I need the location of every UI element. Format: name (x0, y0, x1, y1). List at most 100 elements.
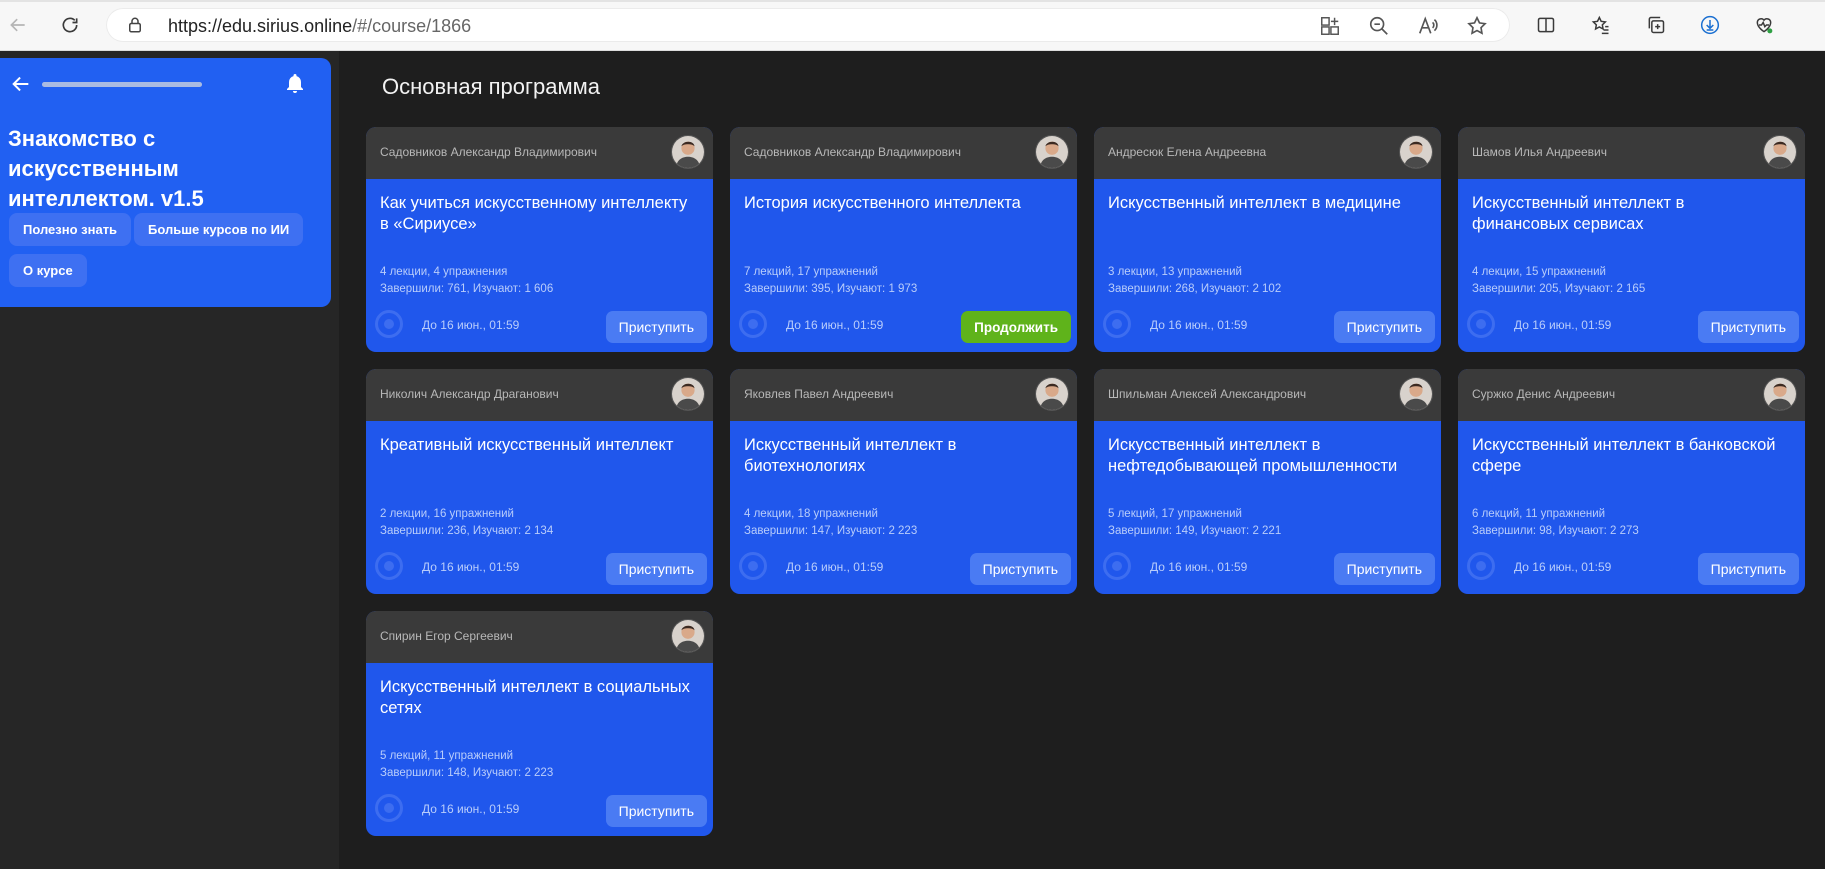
lessons-count: 5 лекций, 11 упражнений (380, 750, 514, 762)
back-icon[interactable] (3, 10, 33, 40)
author-name: Садовников Александр Владимирович (380, 145, 598, 159)
downloads-icon[interactable] (1695, 10, 1725, 40)
course-progress-fill (42, 82, 202, 87)
bell-icon[interactable] (283, 72, 307, 96)
deadline: До 16 июн., 01:59 (1514, 560, 1612, 574)
deadline: До 16 июн., 01:59 (1150, 318, 1248, 332)
course-stats: Завершили: 147, Изучают: 2 223 (744, 525, 918, 537)
lessons-count: 4 лекции, 4 упражнения (380, 266, 508, 278)
author-name: Яковлев Павел Андреевич (744, 387, 894, 401)
author-avatar (1035, 135, 1069, 169)
collections-icon[interactable] (1641, 10, 1671, 40)
course-stats: Завершили: 148, Изучают: 2 223 (380, 767, 554, 779)
card-header: Садовников Александр Владимирович (730, 127, 1077, 179)
card-header: Спирин Егор Сергеевич (366, 611, 713, 663)
start-button[interactable]: Приступить (969, 553, 1071, 585)
course-card[interactable]: Садовников Александр Владимирович Как уч… (366, 127, 713, 352)
course-card-title[interactable]: Искусственный интеллект в финансовых сер… (1472, 193, 1782, 235)
start-button[interactable]: Приступить (1697, 311, 1799, 343)
course-card-meta: 3 лекции, 13 упражнений Завершили: 268, … (1108, 264, 1281, 298)
browser-essentials-icon[interactable] (1749, 10, 1779, 40)
lessons-count: 2 лекции, 16 упражнений (380, 508, 514, 520)
course-stats: Завершили: 205, Изучают: 2 165 (1472, 283, 1646, 295)
deadline: До 16 июн., 01:59 (422, 802, 520, 816)
progress-ring-icon (375, 552, 403, 580)
section-title: Основная программа (382, 74, 600, 99)
course-card[interactable]: Николич Александр Драганович Креативный … (366, 369, 713, 594)
course-card-meta: 4 лекции, 15 упражнений Завершили: 205, … (1472, 264, 1645, 298)
course-card[interactable]: Яковлев Павел Андреевич Искусственный ин… (730, 369, 1077, 594)
author-avatar (1763, 135, 1797, 169)
course-progress-bar (42, 82, 202, 87)
split-screen-icon[interactable] (1531, 10, 1561, 40)
course-card-title[interactable]: Искусственный интеллект в банковской сфе… (1472, 435, 1782, 477)
more-ai-courses-button[interactable]: Больше курсов по ИИ (134, 213, 304, 246)
lock-icon[interactable] (126, 16, 144, 34)
app-available-icon[interactable] (1319, 15, 1341, 37)
author-name: Шпильман Алексей Александрович (1108, 387, 1307, 401)
refresh-icon[interactable] (55, 10, 85, 40)
author-name: Садовников Александр Владимирович (744, 145, 962, 159)
address-bar[interactable]: https://edu.sirius.online/#/course/1866 (106, 8, 1510, 42)
deadline: До 16 июн., 01:59 (1150, 560, 1248, 574)
author-name: Николич Александр Драганович (380, 387, 559, 401)
card-header: Николич Александр Драганович (366, 369, 713, 421)
card-header: Шамов Илья Андреевич (1458, 127, 1805, 179)
url-text[interactable]: https://edu.sirius.online/#/course/1866 (168, 16, 471, 37)
deadline: До 16 июн., 01:59 (786, 318, 884, 332)
start-button[interactable]: Приступить (605, 311, 707, 343)
course-card-meta: 7 лекций, 17 упражнений Завершили: 395, … (744, 264, 917, 298)
course-card-title[interactable]: Искусственный интеллект в биотехнологиях (744, 435, 1054, 477)
author-avatar (1763, 377, 1797, 411)
lessons-count: 3 лекции, 13 упражнений (1108, 266, 1242, 278)
lessons-count: 7 лекций, 17 упражнений (744, 266, 878, 278)
continue-button[interactable]: Продолжить (961, 311, 1071, 343)
progress-ring-icon (1103, 552, 1131, 580)
course-card-title[interactable]: Креативный искусственный интеллект (380, 435, 690, 456)
course-card-title[interactable]: Искусственный интеллект в медицине (1108, 193, 1418, 214)
author-avatar (671, 135, 705, 169)
card-header: Суржко Денис Андреевич (1458, 369, 1805, 421)
arrow-left-icon[interactable] (10, 73, 32, 95)
course-card-meta: 6 лекций, 11 упражнений Завершили: 98, И… (1472, 506, 1639, 540)
start-button[interactable]: Приступить (605, 795, 707, 827)
course-card[interactable]: Шамов Илья Андреевич Искусственный интел… (1458, 127, 1805, 352)
start-button[interactable]: Приступить (1697, 553, 1799, 585)
course-stats: Завершили: 236, Изучают: 2 134 (380, 525, 554, 537)
course-card-title[interactable]: История искусственного интеллекта (744, 193, 1054, 214)
lessons-count: 4 лекции, 18 упражнений (744, 508, 878, 520)
course-stats: Завершили: 98, Изучают: 2 273 (1472, 525, 1639, 537)
card-header: Садовников Александр Владимирович (366, 127, 713, 179)
progress-ring-icon (739, 552, 767, 580)
lessons-count: 5 лекций, 17 упражнений (1108, 508, 1242, 520)
zoom-out-icon[interactable] (1368, 15, 1390, 37)
useful-info-button[interactable]: Полезно знать (9, 213, 132, 246)
start-button[interactable]: Приступить (1333, 553, 1435, 585)
author-name: Андресюк Елена Андреевна (1108, 145, 1267, 159)
course-card[interactable]: Спирин Егор Сергеевич Искусственный инте… (366, 611, 713, 836)
browser-toolbar: https://edu.sirius.online/#/course/1866 (0, 0, 1825, 51)
course-card[interactable]: Суржко Денис Андреевич Искусственный инт… (1458, 369, 1805, 594)
author-avatar (671, 377, 705, 411)
favorites-icon[interactable] (1586, 10, 1616, 40)
start-button[interactable]: Приступить (1333, 311, 1435, 343)
url-host: https://edu.sirius.online (168, 16, 353, 36)
progress-ring-icon (375, 310, 403, 338)
start-button[interactable]: Приступить (605, 553, 707, 585)
author-avatar (1399, 135, 1433, 169)
favorite-star-icon[interactable] (1466, 15, 1488, 37)
course-card-meta: 4 лекции, 4 упражнения Завершили: 761, И… (380, 264, 553, 298)
course-card[interactable]: Садовников Александр Владимирович Истори… (730, 127, 1077, 352)
course-title: Знакомство с искусственным интеллектом. … (8, 126, 204, 211)
course-card-title[interactable]: Искусственный интеллект в нефтедобывающе… (1108, 435, 1418, 477)
course-card-title[interactable]: Искусственный интеллект в социальных сет… (380, 677, 690, 719)
course-panel: Знакомство с искусственным интеллектом. … (0, 58, 331, 307)
deadline: До 16 июн., 01:59 (1514, 318, 1612, 332)
course-card[interactable]: Андресюк Елена Андреевна Искусственный и… (1094, 127, 1441, 352)
course-card[interactable]: Шпильман Алексей Александрович Искусстве… (1094, 369, 1441, 594)
about-course-button[interactable]: О курсе (9, 254, 87, 287)
read-aloud-icon[interactable] (1417, 15, 1439, 37)
lessons-count: 6 лекций, 11 упражнений (1472, 508, 1606, 520)
progress-ring-icon (1467, 552, 1495, 580)
course-card-title[interactable]: Как учиться искусственному интеллекту в … (380, 193, 690, 235)
